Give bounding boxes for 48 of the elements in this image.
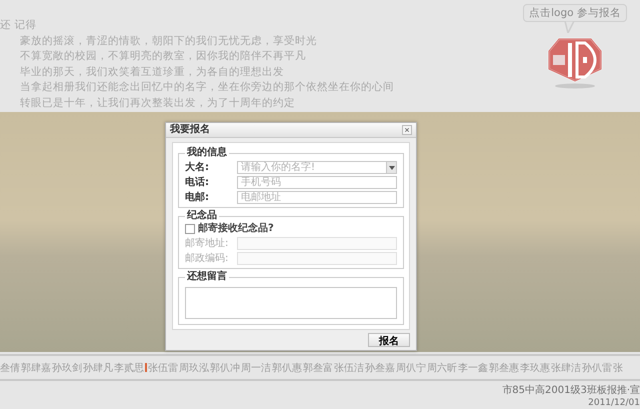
checkbox-label[interactable]: 邮寄接收纪念品? xyxy=(198,223,274,235)
section-legend: 还想留言 xyxy=(185,271,229,283)
poem-line: 当拿起相册我们还能念出回忆中的名字，坐在你旁边的那个依然坐在你的心间 xyxy=(19,80,394,95)
classmate-name: 李玖惠 xyxy=(520,362,550,374)
field-label: 电话: xyxy=(185,176,210,188)
poem-line: 豪放的摇滚，青涩的情歌，朝阳下的我们无忧无虑，享受时光 xyxy=(19,34,318,48)
classmate-name: 李贰思 xyxy=(114,362,144,374)
classmate-name: 孙玖剑 xyxy=(52,362,82,374)
classmate-name: 张肆洁 xyxy=(551,362,581,374)
classmate-name: 郭仈惠 xyxy=(272,362,302,374)
footer-date: 2011/12/01 xyxy=(588,397,640,409)
field-label: 邮政编码: xyxy=(185,252,230,264)
poem-line: 转眼已是十年，让我们再次整装出发，为了十周年的约定 xyxy=(19,96,296,110)
classmate-name: 郭叁富 xyxy=(303,362,333,374)
field-label: 大名: xyxy=(185,162,210,174)
close-button[interactable]: × xyxy=(402,125,412,135)
footer-title: 市85中高2001级3班板报推·宣 xyxy=(502,385,640,397)
classmate-name: 张 xyxy=(613,362,623,374)
message-field[interactable] xyxy=(185,287,397,319)
submit-button[interactable]: 报名 xyxy=(368,333,410,347)
classmate-name: 叁倩 xyxy=(0,362,20,374)
dialog-title: 我要报名 xyxy=(170,124,210,136)
bubble-tail-icon xyxy=(564,20,576,32)
field-label: 邮寄地址: xyxy=(185,238,230,250)
classmate-name: 李一鑫 xyxy=(458,362,488,374)
classmate-name: 周一洁 xyxy=(241,362,271,374)
classmate-name: 郭仈冲 xyxy=(210,362,240,374)
section-legend: 我的信息 xyxy=(185,147,229,159)
section-legend: 纪念品 xyxy=(185,210,219,222)
classmate-name: 周仈宁 xyxy=(396,362,426,374)
dropdown-button[interactable] xyxy=(386,161,397,174)
poem-heading: 还 记得 xyxy=(0,18,38,33)
classmate-name: 周玖泓 xyxy=(179,362,209,374)
classmate-name: 孙仈雷 xyxy=(582,362,612,374)
classmate-name: 张伍雷 xyxy=(148,362,178,374)
classmate-name: 孙叁嘉 xyxy=(365,362,395,374)
checkbox[interactable] xyxy=(185,224,195,234)
field-label: 电邮: xyxy=(185,192,210,204)
poem-line: 不算宽敞的校园，不算明亮的教室，因你我的陪伴不再平凡 xyxy=(19,49,307,64)
input-field[interactable]: 手机号码 xyxy=(237,176,397,189)
classmate-name: 郭肆嘉 xyxy=(21,362,51,374)
chevron-down-icon xyxy=(388,166,394,170)
classmate-name: 张伍洁 xyxy=(334,362,364,374)
classmate-name: 周六昕 xyxy=(427,362,457,374)
classmate-name: 郭叁惠 xyxy=(489,362,519,374)
classmate-name: 孙肆凡 xyxy=(83,362,113,374)
input-field[interactable]: 电邮地址 xyxy=(237,191,397,204)
poem-line: 毕业的那天，我们欢笑着互道珍重，为各自的理想出发 xyxy=(19,64,285,80)
